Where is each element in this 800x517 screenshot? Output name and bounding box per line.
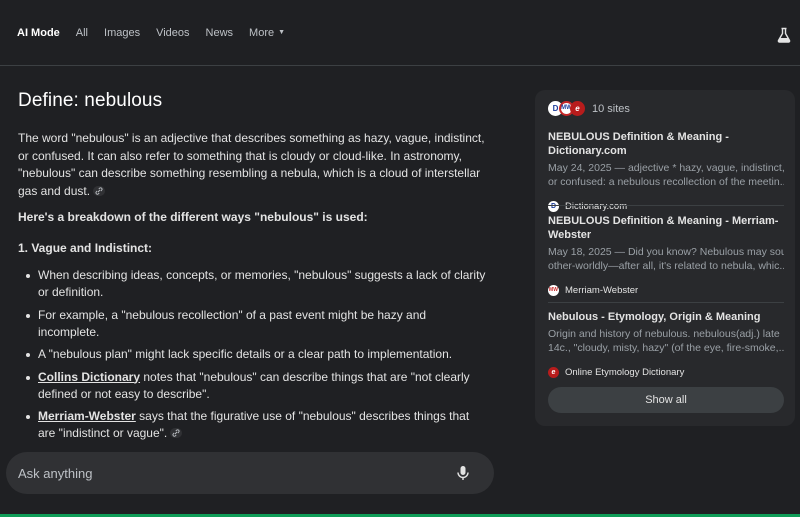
source-card[interactable]: NEBULOUS Definition & Meaning - Merriam-… — [548, 214, 784, 296]
source-title[interactable]: NEBULOUS Definition & Meaning - Merriam-… — [548, 214, 784, 242]
source-snippet: Origin and history of nebulous. nebulous… — [548, 328, 780, 340]
merriam-webster-icon: MW — [548, 285, 559, 296]
source-card[interactable]: Nebulous - Etymology, Origin & Meaning O… — [548, 310, 784, 378]
source-snippet: or confused: a nebulous recollection of … — [548, 175, 784, 188]
ask-placeholder: Ask anything — [18, 466, 93, 481]
tab-all[interactable]: All — [76, 27, 88, 39]
source-card[interactable]: NEBULOUS Definition & Meaning - Dictiona… — [548, 130, 784, 212]
source-snippet: May 18, 2025 — Did you know? Nebulous ma… — [548, 246, 784, 258]
bullet-list: When describing ideas, concepts, or memo… — [18, 267, 488, 442]
link-icon[interactable] — [170, 428, 183, 438]
source-snippet: May 24, 2025 — adjective * hazy, vague, … — [548, 162, 784, 174]
tab-more[interactable]: More ▼ — [249, 27, 285, 39]
list-item: When describing ideas, concepts, or memo… — [26, 267, 488, 301]
sources-panel: D MW e 10 sites NEBULOUS Definition & Me… — [535, 90, 795, 426]
sources-header[interactable]: D MW e 10 sites — [548, 101, 630, 116]
list-item: Collins Dictionary notes that "nebulous"… — [26, 369, 488, 403]
source-snippet: 14c., "cloudy, misty, hazy" (of the eye,… — [548, 341, 784, 354]
breakdown-lead: Here's a breakdown of the different ways… — [18, 210, 368, 224]
etymonline-icon: e — [548, 367, 559, 378]
flask-icon[interactable] — [776, 27, 792, 43]
divider — [548, 205, 784, 206]
list-item: A "nebulous plan" might lack specific de… — [26, 346, 488, 363]
source-site: MW Merriam-Webster — [548, 285, 784, 296]
ai-answer: Define: nebulous The word "nebulous" is … — [18, 90, 488, 448]
tab-videos[interactable]: Videos — [156, 27, 189, 39]
tab-images[interactable]: Images — [104, 27, 140, 39]
tab-news[interactable]: News — [206, 27, 234, 39]
source-site: e Online Etymology Dictionary — [548, 367, 784, 378]
tab-more-label: More — [249, 27, 275, 39]
source-title[interactable]: Nebulous - Etymology, Origin & Meaning — [548, 310, 784, 324]
intro-paragraph: The word "nebulous" is an adjective that… — [18, 130, 488, 200]
source-site-name: Online Etymology Dictionary — [565, 367, 685, 378]
sources-count: 10 sites — [592, 102, 630, 115]
tab-ai-mode[interactable]: AI Mode — [17, 27, 60, 39]
caret-down-icon: ▼ — [278, 29, 286, 36]
list-item: Merriam-Webster says that the figurative… — [26, 408, 488, 442]
top-nav: AI Mode All Images Videos News More ▼ — [0, 0, 800, 66]
section-heading: 1. Vague and Indistinct: — [18, 241, 153, 255]
mic-icon[interactable] — [456, 465, 470, 481]
source-site-name: Merriam-Webster — [565, 285, 639, 296]
divider — [548, 302, 784, 303]
page-title: Define: nebulous — [18, 90, 163, 111]
dictionary-com-icon: D — [548, 201, 559, 212]
link-icon[interactable] — [93, 185, 106, 196]
source-site: D Dictionary.com — [548, 201, 784, 212]
source-favicons: D MW e — [548, 101, 586, 116]
intro-text: The word "nebulous" is an adjective that… — [18, 131, 485, 198]
ask-input[interactable]: Ask anything — [6, 452, 494, 494]
etymonline-icon: e — [570, 101, 585, 116]
show-all-button[interactable]: Show all — [548, 387, 784, 413]
merriam-webster-link[interactable]: Merriam-Webster — [38, 409, 136, 423]
collins-dictionary-link[interactable]: Collins Dictionary — [38, 370, 140, 384]
source-site-name: Dictionary.com — [565, 201, 628, 212]
source-snippet: other-worldly—after all, it's related to… — [548, 259, 784, 272]
search-tabs: AI Mode All Images Videos News More ▼ — [17, 27, 301, 39]
list-item: For example, a "nebulous recollection" o… — [26, 307, 488, 341]
source-title[interactable]: NEBULOUS Definition & Meaning - Dictiona… — [548, 130, 784, 158]
